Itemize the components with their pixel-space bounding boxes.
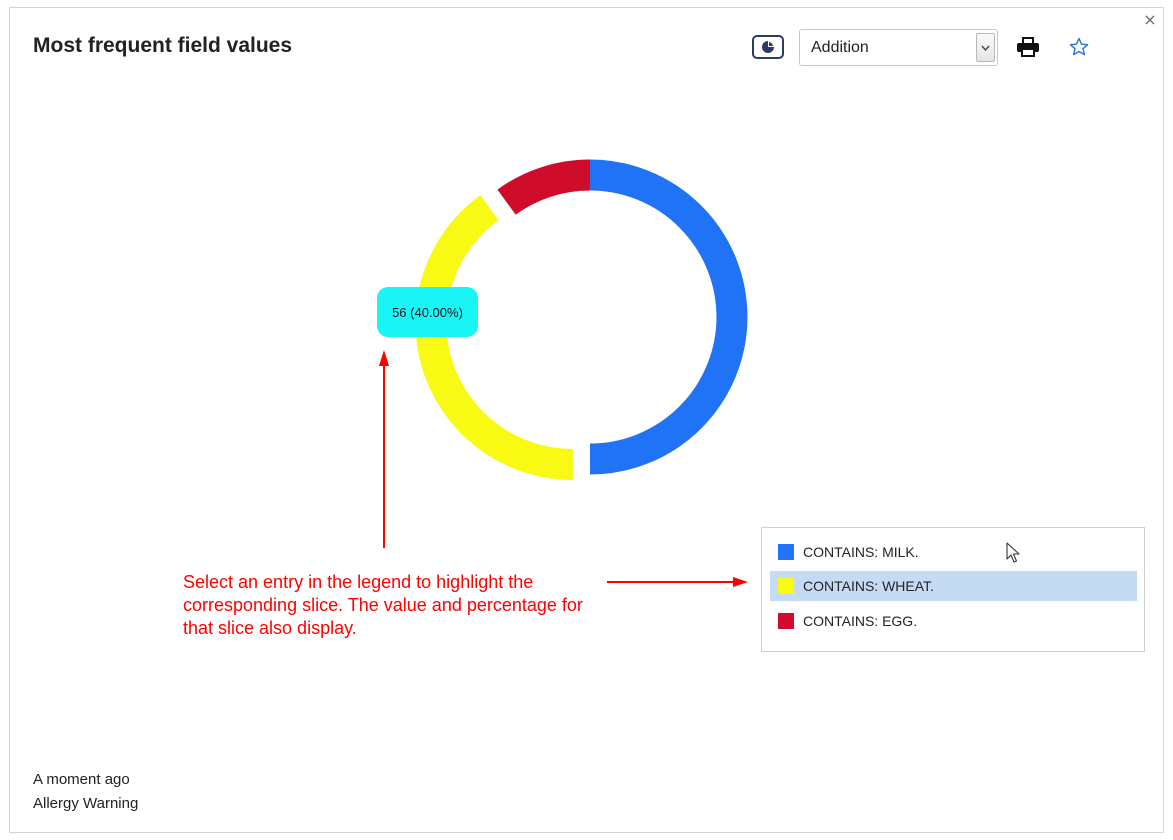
legend-swatch (778, 613, 794, 629)
legend-swatch (778, 578, 794, 594)
legend-label: CONTAINS: WHEAT. (803, 578, 934, 594)
legend-label: CONTAINS: EGG. (803, 613, 918, 629)
annotation-text: Select an entry in the legend to highlig… (183, 572, 583, 638)
legend-label: CONTAINS: MILK. (803, 544, 919, 560)
legend-item-milk[interactable]: CONTAINS: MILK. (770, 537, 1137, 567)
donut-chart (415, 159, 748, 481)
donut-slice-contains-egg[interactable] (497, 159, 591, 215)
legend-item-wheat[interactable]: CONTAINS: WHEAT. (770, 571, 1137, 601)
legend-item-egg[interactable]: CONTAINS: EGG. (770, 606, 1137, 636)
widget-subtitle: Allergy Warning (33, 795, 139, 812)
chart-legend: CONTAINS: MILK. CONTAINS: WHEAT. CONTAIN… (761, 527, 1145, 652)
last-updated-time: A moment ago (33, 771, 130, 788)
slice-value-tooltip: 56 (40.00%) (377, 287, 478, 337)
legend-swatch (778, 544, 794, 560)
donut-slice-contains-milk[interactable] (589, 159, 748, 475)
